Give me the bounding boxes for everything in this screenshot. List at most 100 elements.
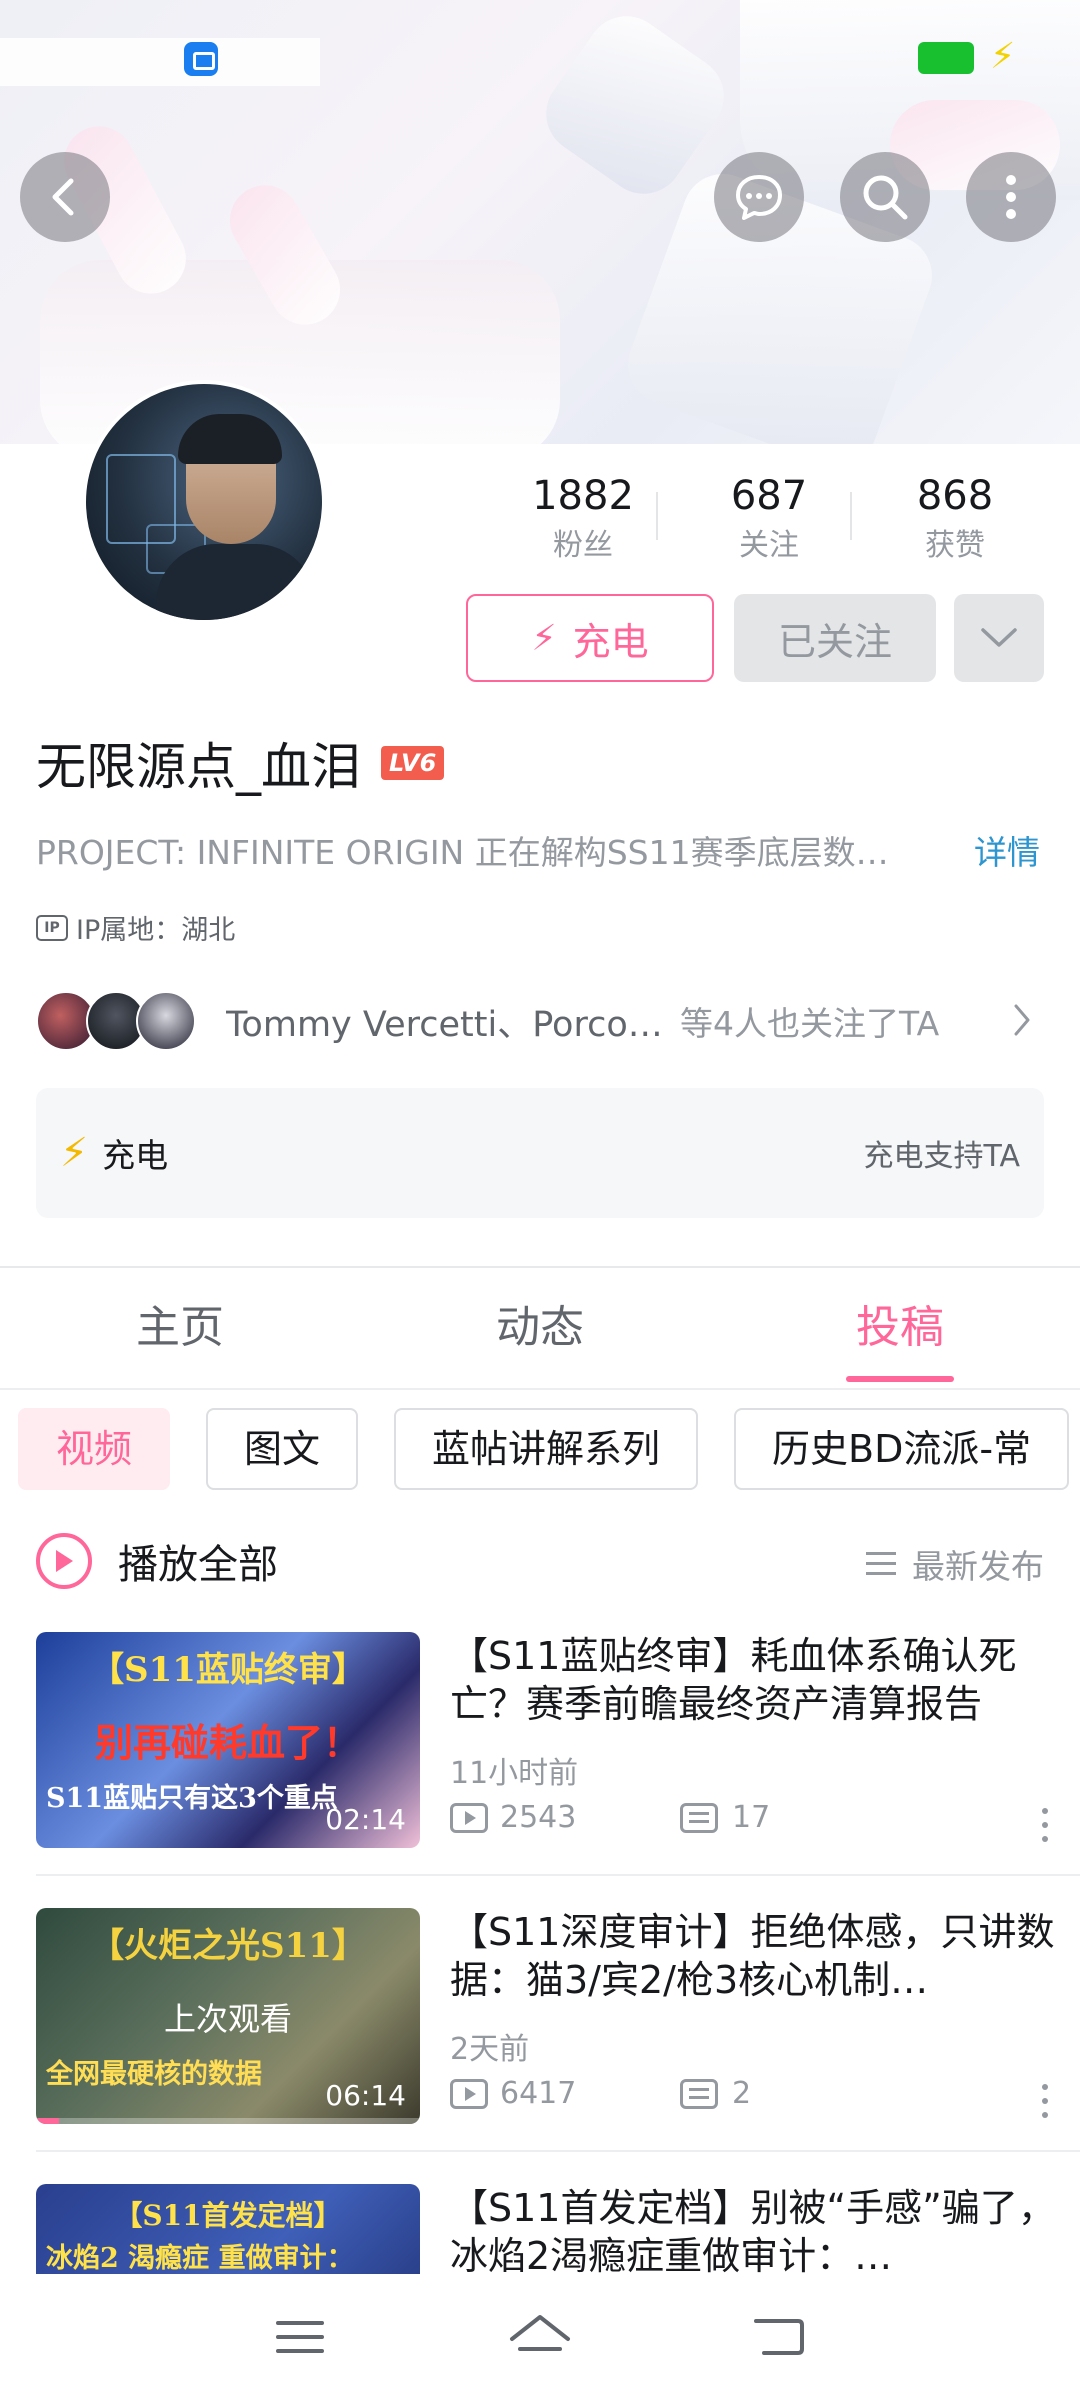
view-count: 6417: [500, 2076, 577, 2111]
ip-location-text: IP属地：湖北: [76, 915, 236, 946]
system-nav-bar: [0, 2274, 1080, 2400]
avatar: [136, 991, 196, 1051]
video-time: 11小时前: [450, 1756, 579, 1791]
name-row: 无限源点_血泪 LV6: [36, 728, 445, 798]
divider: [0, 1388, 1080, 1390]
username: 无限源点_血泪: [36, 738, 361, 796]
stat-divider: [850, 492, 852, 540]
thumbnail-text: 【S11蓝贴终审】: [90, 1650, 366, 1690]
video-title[interactable]: 【S11蓝贴终审】耗血体系确认死亡？赛季前瞻最终资产清算报告: [450, 1632, 1080, 1728]
following-label: 关注: [739, 528, 799, 563]
thumbnail-text: 【火炬之光S11】: [90, 1926, 366, 1966]
chevron-left-icon: [52, 178, 74, 216]
followed-button[interactable]: 已关注: [734, 594, 936, 682]
ip-location: IP IP属地：湖北: [36, 908, 235, 947]
stat-followers[interactable]: 1882 粉丝: [490, 470, 676, 570]
app-notification-icon: [184, 42, 218, 76]
back-button[interactable]: [20, 152, 110, 242]
thumbnail-text: 全网最硬核的数据: [46, 2059, 262, 2090]
mutual-suffix: 等4人也关注了TA: [680, 1004, 940, 1043]
thumbnail-text: S11蓝贴只有这3个重点: [46, 1783, 338, 1814]
likes-count: 868: [916, 473, 994, 519]
views-icon: [450, 2078, 488, 2109]
video-title[interactable]: 【S11首发定档】别被“手感”骗了，冰焰2渴瘾症重做审计：…: [450, 2184, 1080, 2274]
divider: [36, 1874, 1080, 1876]
video-item[interactable]: 【S11蓝贴终审】 别再碰耗血了！ S11蓝贴只有这3个重点 02:14 【S1…: [36, 1632, 1080, 1862]
chip-video[interactable]: 视频: [18, 1408, 171, 1490]
stat-divider: [656, 492, 658, 540]
message-button[interactable]: [714, 152, 804, 242]
charge-card-title: 充电: [102, 1136, 169, 1175]
followed-button-label: 已关注: [777, 619, 892, 664]
comment-count: 2: [732, 2076, 752, 2111]
following-count: 687: [730, 473, 808, 519]
watch-progress: [36, 2118, 420, 2124]
comment-count: 17: [732, 1800, 771, 1835]
video-thumbnail[interactable]: 【火炬之光S11】 上次观看 全网最硬核的数据 06:14: [36, 1908, 420, 2124]
video-thumbnail[interactable]: 【S11蓝贴终审】 别再碰耗血了！ S11蓝贴只有这3个重点 02:14: [36, 1632, 420, 1848]
profile-stats: 1882 粉丝 687 关注 868 获赞: [490, 470, 1050, 570]
back-icon: [754, 2319, 804, 2355]
play-all-icon[interactable]: [36, 1533, 92, 1589]
chip-history-bd[interactable]: 历史BD流派-常: [734, 1408, 1070, 1490]
more-vertical-icon[interactable]: [1042, 2084, 1050, 2120]
charge-button-label: 充电: [572, 619, 649, 664]
chevron-down-icon: [981, 628, 1017, 647]
video-stats: 6417 2: [450, 2076, 751, 2111]
play-all-button[interactable]: 播放全部: [118, 1532, 278, 1590]
bio: PROJECT: INFINITE ORIGIN 正在解构SS11赛季底层数…: [36, 833, 889, 872]
video-thumbnail[interactable]: 【S11首发定档】 冰焰2 渴瘾症 重做审计：: [36, 2184, 420, 2274]
mutual-names: Tommy Vercetti、PorcoRos…: [226, 1004, 676, 1045]
thumbnail-text: 冰焰2 渴瘾症 重做审计：: [46, 2243, 354, 2274]
bio-detail-link[interactable]: 详情: [974, 826, 1040, 874]
video-duration: 06:14: [325, 2079, 406, 2112]
tab-dynamic[interactable]: 动态: [360, 1268, 720, 1388]
chevron-right-icon: [1014, 1004, 1030, 1036]
expand-button[interactable]: [954, 594, 1044, 682]
ip-icon: IP: [36, 914, 68, 941]
video-item[interactable]: 【S11首发定档】 冰焰2 渴瘾症 重做审计： 【S11首发定档】别被“手感”骗…: [36, 2184, 1080, 2274]
sort-button[interactable]: 最新发布: [866, 1540, 1044, 1588]
video-item[interactable]: 【火炬之光S11】 上次观看 全网最硬核的数据 06:14 【S11深度审计】拒…: [36, 1908, 1080, 2138]
status-bar: ⚡: [0, 0, 1080, 120]
followers-count: 1882: [532, 473, 634, 519]
views-icon: [450, 1802, 488, 1833]
lightning-icon: ⚡: [531, 617, 557, 659]
chip-article[interactable]: 图文: [206, 1408, 359, 1490]
charge-support-text: 充电支持TA: [863, 1139, 1020, 1174]
tab-label: 投稿: [856, 1302, 944, 1353]
video-time: 2天前: [450, 2032, 530, 2067]
chip-blue-post-series[interactable]: 蓝帖讲解系列: [394, 1408, 699, 1490]
stat-likes[interactable]: 868 获赞: [862, 470, 1048, 570]
last-watched-label: 上次观看: [163, 2000, 292, 2038]
avatar[interactable]: [82, 380, 326, 624]
tab-uploads[interactable]: 投稿: [720, 1268, 1080, 1388]
home-icon: [510, 2315, 570, 2351]
category-chips: 视频 图文 蓝帖讲解系列 历史BD流派-常: [18, 1408, 1080, 1490]
mutual-avatars: [36, 989, 206, 1053]
more-vertical-icon[interactable]: [1042, 1808, 1050, 1844]
thumbnail-text: 别再碰耗血了！: [94, 1720, 361, 1765]
thumbnail-text: 【S11首发定档】: [114, 2199, 342, 2232]
home-button[interactable]: [420, 2287, 660, 2387]
search-button[interactable]: [840, 152, 930, 242]
video-title[interactable]: 【S11深度审计】拒绝体感，只讲数据：猫3/宾2/枪3核心机制…: [450, 1908, 1080, 2004]
more-vertical-icon: [1006, 175, 1016, 219]
sort-label: 最新发布: [912, 1547, 1044, 1586]
charge-card[interactable]: ⚡ 充电 充电支持TA: [36, 1088, 1044, 1218]
search-icon: [863, 175, 908, 220]
lightning-icon: ⚡: [60, 1130, 89, 1176]
more-button[interactable]: [966, 152, 1056, 242]
watch-progress-fill: [36, 2118, 60, 2124]
recent-apps-button[interactable]: [180, 2287, 420, 2387]
mutual-follows[interactable]: Tommy Vercetti、PorcoRos… 等4人也关注了TA: [36, 986, 1046, 1056]
chat-bubble-icon: [736, 175, 782, 220]
comments-icon: [680, 2078, 718, 2109]
charge-button[interactable]: ⚡ 充电: [466, 594, 714, 682]
profile-tabs: 主页 动态 投稿: [0, 1268, 1080, 1388]
tab-home[interactable]: 主页: [0, 1268, 360, 1388]
followers-label: 粉丝: [553, 528, 613, 563]
back-nav-button[interactable]: [660, 2287, 900, 2387]
video-stats: 2543 17: [450, 1800, 770, 1835]
stat-following[interactable]: 687 关注: [676, 470, 862, 570]
